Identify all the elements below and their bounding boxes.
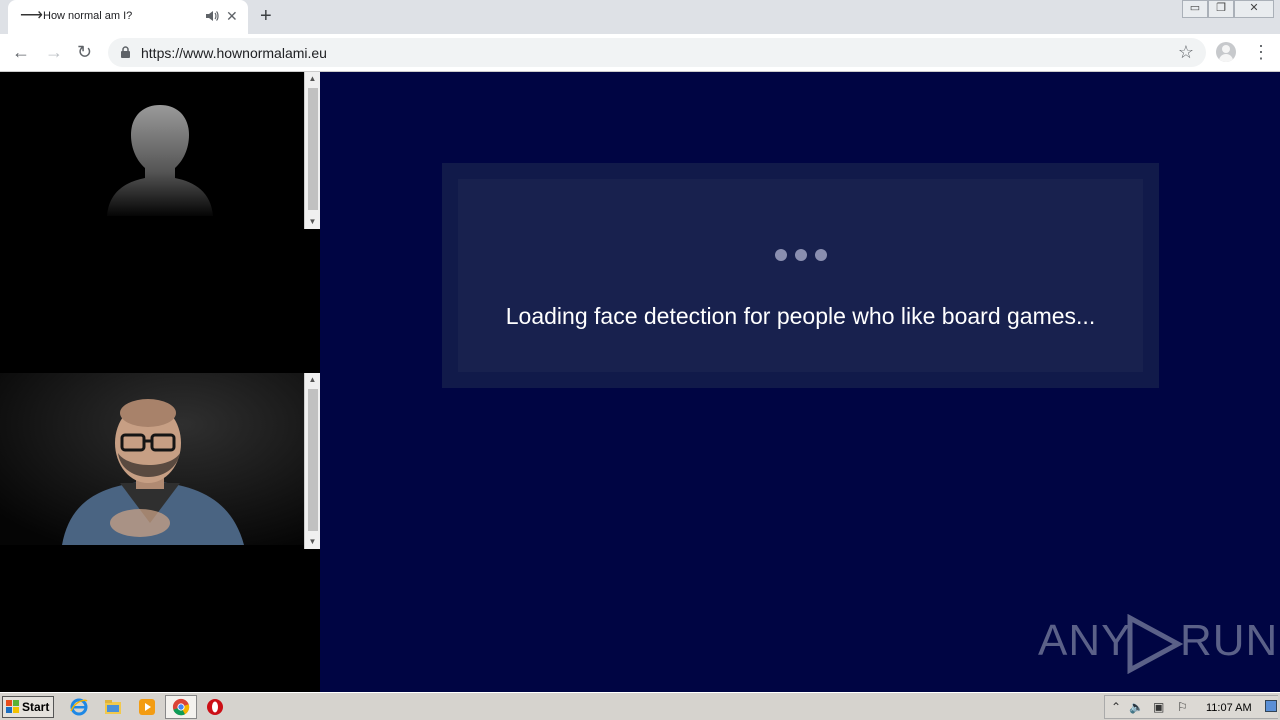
tab-close-icon[interactable]: ✕	[226, 7, 238, 25]
loading-card-inner: Loading face detection for people who li…	[458, 179, 1143, 372]
scroll-up-icon[interactable]: ▲	[305, 373, 320, 387]
loading-message: Loading face detection for people who li…	[505, 303, 1096, 329]
left-column: ▲ ▼ ▲ ▼	[0, 72, 320, 692]
url-text: https://www.hownormalami.eu	[141, 45, 327, 61]
scroll-down-icon[interactable]: ▼	[305, 215, 320, 229]
loading-dot	[794, 249, 807, 261]
clock[interactable]: 11:07 AM	[1206, 702, 1252, 714]
media-player-icon[interactable]	[137, 697, 157, 717]
opera-icon[interactable]	[205, 697, 225, 717]
back-arrow-icon[interactable]: ←	[12, 41, 30, 63]
volume-icon[interactable]: 🔈	[1129, 700, 1144, 714]
action-center-flag-icon[interactable]: ⚐	[1177, 700, 1188, 714]
arrow-right-icon: ⟶	[20, 7, 43, 24]
face-placeholder-panel: ▲ ▼	[0, 72, 320, 229]
anyrun-watermark: ANY RUN	[1038, 610, 1277, 674]
reload-icon[interactable]: ↻	[77, 41, 92, 63]
main-area: Loading face detection for people who li…	[320, 72, 1280, 692]
profile-avatar-icon[interactable]	[1216, 42, 1236, 62]
ie-icon[interactable]	[69, 697, 89, 717]
scroll-thumb[interactable]	[308, 88, 318, 210]
navigation-bar: ← → ↻ https://www.hownormalami.eu ☆ ⋮	[0, 34, 1280, 72]
menu-dots-icon[interactable]: ⋮	[1252, 41, 1270, 63]
panel-scrollbar[interactable]: ▲ ▼	[304, 72, 320, 229]
browser-tab[interactable]: ⟶ How normal am I? ✕	[8, 0, 248, 34]
windows-logo-icon	[6, 700, 19, 713]
minimize-button[interactable]: ▭	[1182, 0, 1208, 18]
forward-arrow-icon[interactable]: →	[45, 41, 63, 63]
person-video-frame	[0, 373, 304, 545]
scroll-thumb[interactable]	[308, 389, 318, 531]
address-bar[interactable]: https://www.hownormalami.eu ☆	[108, 38, 1206, 67]
show-desktop-icon[interactable]	[1265, 700, 1277, 712]
loading-dot	[814, 249, 827, 261]
loading-dot	[774, 249, 787, 261]
start-button[interactable]: Start	[2, 696, 54, 718]
taskbar: Start ⌃ 🔈 ▣ ⚐ 11:07 AM	[0, 692, 1280, 720]
start-label: Start	[22, 700, 50, 714]
watermark-left-text: ANY	[1038, 616, 1132, 665]
web-page: ▲ ▼ ▲ ▼ Loading face detection for peopl…	[0, 72, 1280, 692]
network-icon[interactable]: ▣	[1153, 700, 1164, 714]
chrome-icon	[172, 698, 190, 716]
person-silhouette-icon	[107, 105, 213, 216]
video-panel: ▲ ▼	[0, 373, 320, 549]
scroll-down-icon[interactable]: ▼	[305, 535, 320, 549]
system-tray: ⌃ 🔈 ▣ ⚐ 11:07 AM	[1104, 695, 1278, 719]
new-tab-button[interactable]: +	[260, 5, 272, 27]
lock-icon	[121, 46, 130, 58]
close-window-button[interactable]: ✕	[1234, 0, 1274, 18]
tab-strip: ⟶ How normal am I? ✕ + ▭ ❐ ✕	[0, 0, 1280, 34]
restore-button[interactable]: ❐	[1208, 0, 1234, 18]
bookmark-star-icon[interactable]: ☆	[1178, 41, 1194, 63]
watermark-right-text: RUN	[1180, 616, 1279, 665]
speaker-icon[interactable]	[204, 8, 220, 24]
show-hidden-icons-icon[interactable]: ⌃	[1111, 700, 1121, 714]
loading-dots	[458, 248, 1143, 262]
video-scrollbar[interactable]: ▲ ▼	[304, 373, 320, 549]
loading-card: Loading face detection for people who li…	[442, 163, 1159, 388]
tab-title: How normal am I?	[43, 10, 133, 22]
explorer-icon[interactable]	[103, 697, 123, 717]
scroll-up-icon[interactable]: ▲	[305, 72, 320, 86]
webcam-video	[0, 373, 304, 545]
play-logo-icon	[1127, 614, 1184, 674]
chrome-taskbar-button[interactable]	[165, 695, 197, 719]
